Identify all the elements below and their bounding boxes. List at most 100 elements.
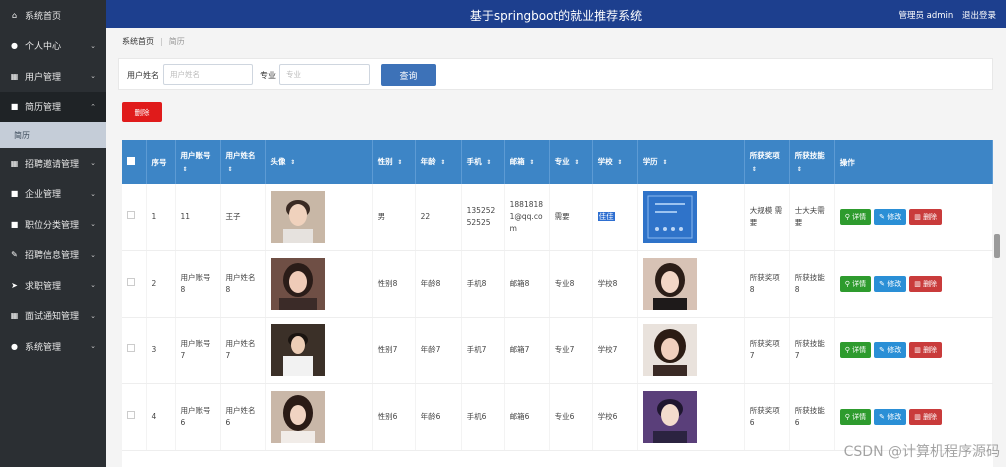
chevron-down-icon: ⌄ [90,41,96,50]
logout-link[interactable]: 退出登录 [962,11,996,21]
delete-label: 删除 [923,279,938,288]
row-select-cell[interactable] [122,250,147,318]
sort-icon[interactable]: ⇕ [574,159,579,166]
detail-button[interactable]: ⚲ 详情 [839,275,872,292]
sort-icon[interactable]: ⇕ [617,159,622,166]
col-header-major[interactable]: 专业 ⇕ [549,140,593,184]
select-all-cell[interactable] [122,140,147,184]
col-header-label: 年龄 [420,157,436,166]
major-input[interactable] [279,64,370,85]
col-header-age[interactable]: 年龄 ⇕ [415,140,462,184]
col-header-skills[interactable]: 所获技能 ⇕ [789,140,835,184]
breadcrumb-home[interactable]: 系统首页 [122,37,154,46]
row-select-cell[interactable] [122,383,147,451]
sort-icon[interactable]: ⇕ [397,159,402,166]
sidebar-item-home[interactable]: ⌂ 系统首页 [0,0,106,31]
cell-major: 专业7 [549,317,593,384]
row-checkbox[interactable] [127,344,135,353]
col-header-email[interactable]: 邮箱 ⇕ [504,140,550,184]
sort-icon[interactable]: ⇕ [486,159,491,166]
sort-icon[interactable]: ⇕ [183,166,188,173]
avatar-image[interactable] [270,191,325,243]
row-delete-button[interactable]: ▥ 删除 [909,408,943,425]
edit-button[interactable]: ✎ 修改 [874,275,907,292]
row-select-cell[interactable] [122,184,147,251]
trash-icon: ▥ [914,412,924,421]
cell-name: 用户姓名7 [220,317,266,384]
avatar-image[interactable] [270,324,325,377]
row-checkbox[interactable] [127,211,135,219]
cell-account: 用户账号6 [175,383,221,451]
sidebar-item-invitations[interactable]: ▦ 招聘邀请管理 ⌄ [0,148,106,179]
sidebar-item-applications[interactable]: ➤ 求职管理 ⌄ [0,270,106,301]
tag-icon: ■ [10,219,19,229]
cell-account: 用户账号7 [175,317,221,384]
sort-icon[interactable]: ⇕ [752,166,757,173]
sidebar-item-interviews[interactable]: ▦ 面试通知管理 ⌄ [0,301,106,332]
cell-no: 4 [146,383,176,451]
col-header-label: 用户账号 [180,150,211,160]
cell-email: 邮箱6 [504,383,550,451]
sort-icon[interactable]: ⇕ [290,159,295,166]
education-image[interactable] [642,390,697,443]
chevron-down-icon: ⌄ [90,311,96,320]
sort-icon[interactable]: ⇕ [440,159,445,166]
row-delete-button[interactable]: ▥ 删除 [909,342,943,359]
chevron-down-icon: ⌄ [90,342,96,351]
top-bar: 基于springboot的就业推荐系统 管理员 admin 退出登录 [106,0,1006,28]
sidebar-item-job-categories[interactable]: ■ 职位分类管理 ⌄ [0,209,106,240]
user-label: 管理员 admin [898,11,954,21]
education-image[interactable] [642,324,697,377]
cell-name: 用户姓名6 [220,383,266,451]
user-icon: ● [11,41,18,51]
sidebar-item-resume[interactable]: ■ 简历管理 ⌃ [0,91,106,122]
col-header-avatar[interactable]: 头像 ⇕ [265,140,373,184]
sidebar-item-users[interactable]: ▦ 用户管理 ⌄ [0,61,106,92]
pen-icon: ✎ [11,250,18,260]
cell-name: 王子 [220,184,266,251]
sort-icon[interactable]: ⇕ [228,166,233,173]
edit-button[interactable]: ✎ 修改 [874,342,907,359]
education-image[interactable] [642,257,697,310]
edit-button[interactable]: ✎ 修改 [874,209,907,225]
avatar-image[interactable] [270,390,325,443]
sort-icon[interactable]: ⇕ [797,166,802,173]
select-all-checkbox[interactable] [127,156,135,165]
col-header-awards[interactable]: 所获奖项 ⇕ [744,140,790,184]
cell-education [637,250,745,318]
cell-awards: 所获奖项8 [744,250,790,318]
cell-phone: 手机6 [461,383,505,451]
col-header-phone[interactable]: 手机 ⇕ [461,140,505,184]
cell-skills: 所获技能7 [789,317,835,384]
row-checkbox[interactable] [127,410,135,419]
row-delete-button[interactable]: ▥ 删除 [909,275,943,292]
table-row: 3 用户账号7 用户姓名7 性别7 年龄7 手机7 邮箱7 专业7 学校7 所获… [122,317,993,384]
cell-age: 22 [415,184,462,251]
certificate-image[interactable] [642,191,697,243]
query-button[interactable]: 查询 [381,64,436,86]
delete-button[interactable]: 删除 [122,102,162,122]
row-checkbox[interactable] [127,277,135,286]
row-delete-button[interactable]: ▥ 删除 [909,209,943,225]
row-select-cell[interactable] [122,317,147,384]
col-header-account[interactable]: 用户账号 ⇕ [175,140,221,184]
sidebar-item-job-postings[interactable]: ✎ 招聘信息管理 ⌄ [0,240,106,271]
sidebar-subitem-resume[interactable]: 简历 [0,122,106,148]
sort-icon[interactable]: ⇕ [529,159,534,166]
col-header-name[interactable]: 用户姓名 ⇕ [220,140,266,184]
edit-button[interactable]: ✎ 修改 [874,408,907,425]
detail-button[interactable]: ⚲ 详情 [839,408,872,425]
sidebar-item-system[interactable]: ● 系统管理 ⌄ [0,331,106,362]
vertical-scrollbar[interactable] [994,234,1000,258]
detail-button[interactable]: ⚲ 详情 [839,209,872,225]
sort-icon[interactable]: ⇕ [662,159,667,166]
col-header-education[interactable]: 学历 ⇕ [637,140,745,184]
edit-icon: ✎ [879,213,888,221]
detail-button[interactable]: ⚲ 详情 [839,342,872,359]
col-header-gender[interactable]: 性别 ⇕ [372,140,416,184]
name-input[interactable] [163,64,253,85]
sidebar-item-profile[interactable]: ● 个人中心 ⌄ [0,31,106,62]
col-header-school[interactable]: 学校 ⇕ [592,140,638,184]
avatar-image[interactable] [270,257,325,310]
sidebar-item-companies[interactable]: ■ 企业管理 ⌄ [0,179,106,210]
